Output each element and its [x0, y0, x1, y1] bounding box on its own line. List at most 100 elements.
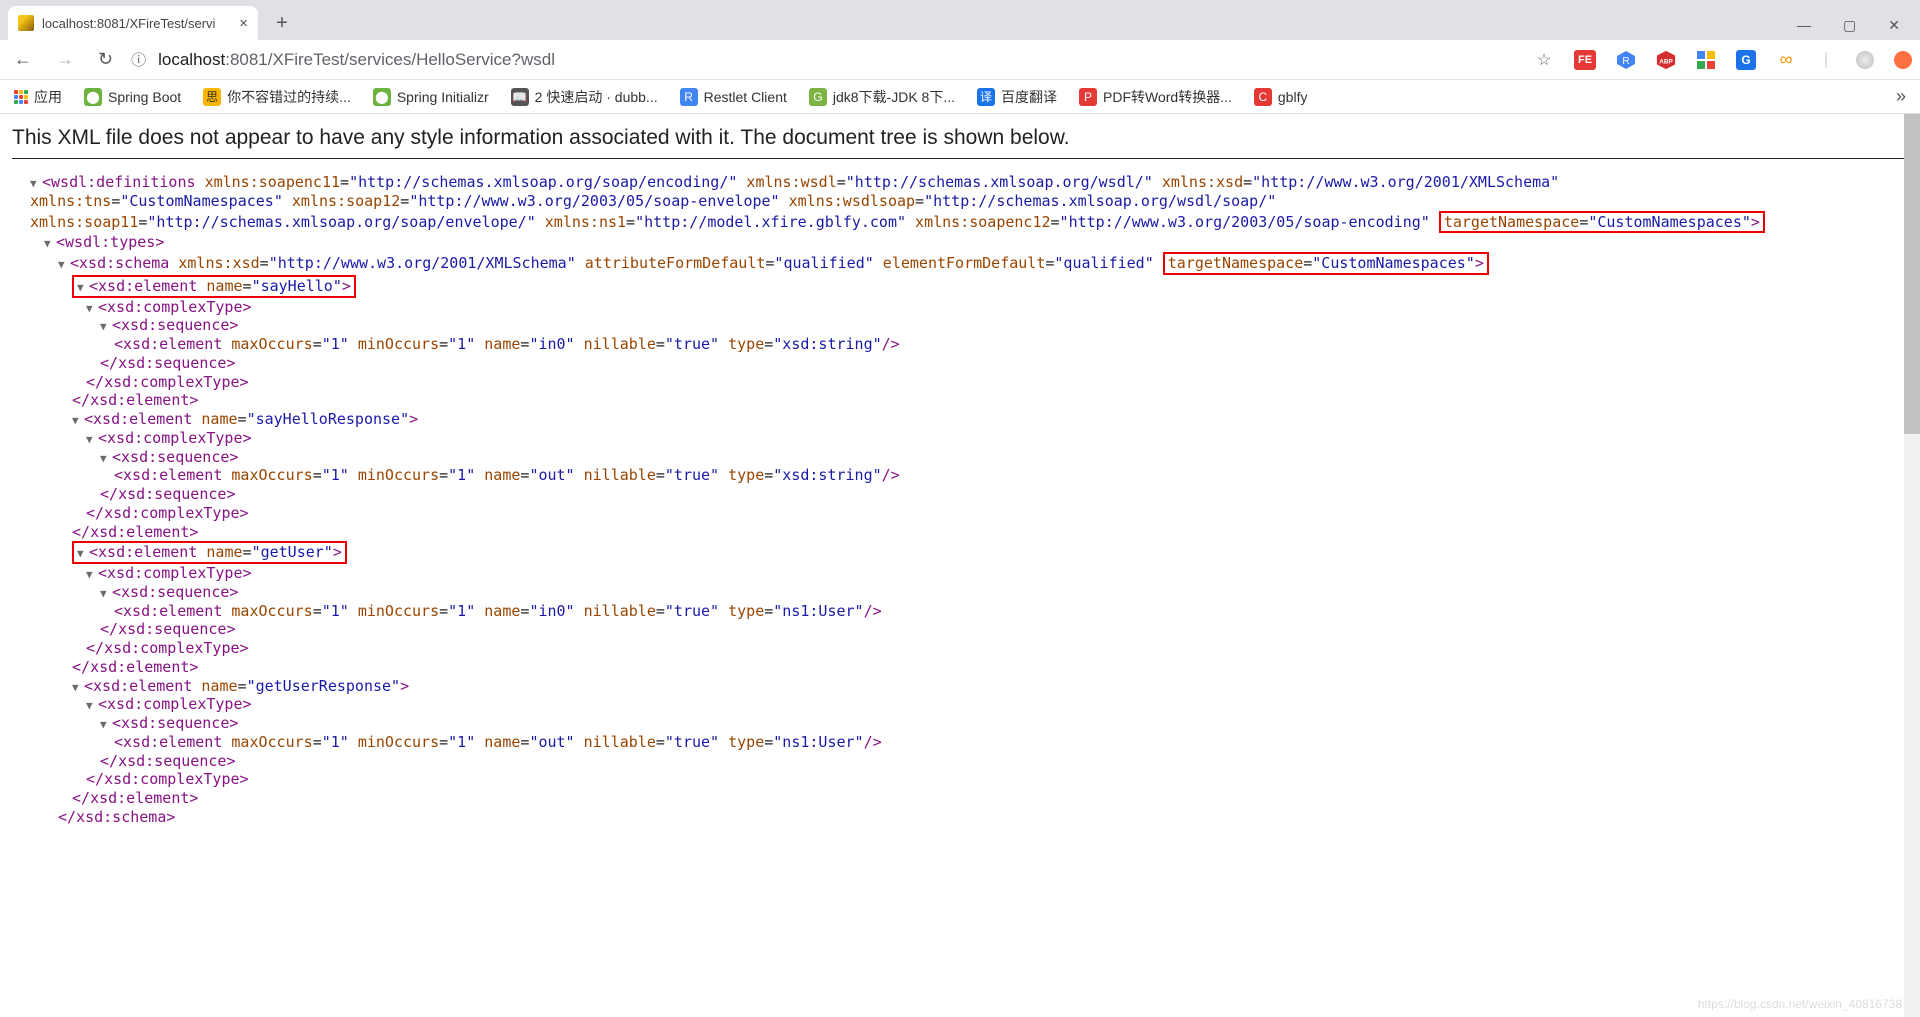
minimize-button[interactable]: — — [1797, 17, 1811, 34]
xml-line[interactable]: ▼<xsd:complexType> — [16, 695, 1908, 714]
collapse-icon[interactable]: ▼ — [86, 302, 98, 316]
maximize-button[interactable]: ▢ — [1843, 17, 1856, 34]
collapse-icon[interactable]: ▼ — [100, 587, 112, 601]
bookmark-spring-init[interactable]: ⬤Spring Initializr — [373, 88, 489, 106]
xml-line[interactable]: ▼<xsd:element name="getUser"> — [16, 541, 1908, 564]
highlight-target-ns-schema: targetNamespace="CustomNamespaces"> — [1163, 252, 1489, 275]
xml-line[interactable]: ▼<xsd:sequence> — [16, 714, 1908, 733]
collapse-icon[interactable]: ▼ — [100, 718, 112, 732]
bookmark-gblfy[interactable]: Cgblfy — [1254, 88, 1308, 106]
apps-shortcut[interactable]: 应用 — [14, 87, 62, 107]
bookmark-star-icon[interactable]: ☆ — [1534, 50, 1554, 70]
collapse-icon[interactable]: ▼ — [100, 320, 112, 334]
xml-line: xmlns:tns="CustomNamespaces" xmlns:soap1… — [16, 192, 1908, 211]
bookmark-baidu[interactable]: 译百度翻译 — [977, 87, 1057, 107]
bookmark-restlet[interactable]: RRestlet Client — [680, 88, 787, 106]
collapse-icon[interactable]: ▼ — [44, 237, 56, 251]
xml-line[interactable]: ▼<xsd:element name="sayHelloResponse"> — [16, 410, 1908, 429]
window-controls: — ▢ ✕ — [1797, 17, 1920, 34]
xml-line[interactable]: ▼<xsd:sequence> — [16, 583, 1908, 602]
tab-title: localhost:8081/XFireTest/servi — [42, 16, 215, 31]
ext-orange-icon[interactable] — [1894, 51, 1912, 69]
xml-tree: ▼<wsdl:definitions xmlns:soapenc11="http… — [12, 173, 1908, 827]
xml-line[interactable]: ▼<wsdl:types> — [16, 233, 1908, 252]
url-host: localhost — [158, 50, 225, 70]
ext-fe-icon[interactable]: FE — [1574, 50, 1596, 70]
collapse-icon[interactable]: ▼ — [100, 452, 112, 466]
url-port: :8081 — [225, 50, 268, 70]
xml-line: </xsd:sequence> — [16, 354, 1908, 373]
close-window-button[interactable]: ✕ — [1888, 17, 1900, 34]
xml-line[interactable]: ▼<wsdl:definitions xmlns:soapenc11="http… — [16, 173, 1908, 192]
ext-translate-icon[interactable]: G — [1736, 50, 1756, 70]
collapse-icon[interactable]: ▼ — [72, 681, 84, 695]
apps-icon — [14, 90, 28, 104]
xml-line: </xsd:element> — [16, 391, 1908, 410]
highlight-target-ns-defs: targetNamespace="CustomNamespaces"> — [1439, 211, 1765, 234]
xml-line: <xsd:element maxOccurs="1" minOccurs="1"… — [16, 335, 1908, 354]
bookmark-jdk[interactable]: Gjdk8下载-JDK 8下... — [809, 87, 955, 107]
spring-icon: ⬤ — [84, 88, 102, 106]
ext-profile-icon[interactable] — [1856, 51, 1874, 69]
collapse-icon[interactable]: ▼ — [86, 568, 98, 582]
ext-divider: | — [1816, 50, 1836, 70]
reload-button[interactable]: ↻ — [92, 47, 119, 72]
xml-line: </xsd:complexType> — [16, 504, 1908, 523]
bookmark-pdf[interactable]: PPDF转Word转换器... — [1079, 87, 1232, 107]
xml-line[interactable]: ▼<xsd:complexType> — [16, 298, 1908, 317]
new-tab-button[interactable]: + — [268, 9, 296, 37]
xml-line[interactable]: ▼<xsd:sequence> — [16, 448, 1908, 467]
spring2-icon: ⬤ — [373, 88, 391, 106]
bookmark-dubbo[interactable]: 📖2 快速启动 · dubb... — [511, 87, 658, 107]
xml-line[interactable]: ▼<xsd:sequence> — [16, 316, 1908, 335]
xml-line: <xsd:element maxOccurs="1" minOccurs="1"… — [16, 733, 1908, 752]
collapse-icon[interactable]: ▼ — [30, 177, 42, 191]
address-bar: ← → ↻ ⓘ localhost:8081/XFireTest/service… — [0, 40, 1920, 80]
xml-line[interactable]: ▼<xsd:complexType> — [16, 564, 1908, 583]
tab-close-icon[interactable]: × — [239, 15, 248, 32]
back-button[interactable]: ← — [8, 47, 38, 72]
xml-banner: This XML file does not appear to have an… — [12, 126, 1908, 159]
scrollbar-thumb[interactable] — [1904, 114, 1920, 434]
bookmark-spring-boot[interactable]: ⬤Spring Boot — [84, 88, 181, 106]
xml-line: </xsd:element> — [16, 523, 1908, 542]
bookmarks-bar: 应用 ⬤Spring Boot 思你不容错过的持续... ⬤Spring Ini… — [0, 80, 1920, 114]
collapse-icon[interactable]: ▼ — [86, 699, 98, 713]
xml-line[interactable]: ▼<xsd:complexType> — [16, 429, 1908, 448]
url-box[interactable]: localhost:8081/XFireTest/services/HelloS… — [158, 50, 555, 70]
tab-favicon — [18, 15, 34, 31]
pdf-icon: P — [1079, 88, 1097, 106]
xml-line: </xsd:schema> — [16, 808, 1908, 827]
ext-multi-icon[interactable] — [1696, 50, 1716, 70]
bookmark-sift[interactable]: 思你不容错过的持续... — [203, 87, 351, 107]
gblfy-icon: C — [1254, 88, 1272, 106]
collapse-icon[interactable]: ▼ — [77, 547, 89, 561]
ext-hex-blue-icon[interactable]: R — [1616, 50, 1636, 70]
watermark: https://blog.csdn.net/weixin_40816738 — [1698, 997, 1902, 1011]
collapse-icon[interactable]: ▼ — [86, 433, 98, 447]
apps-label: 应用 — [34, 87, 62, 107]
xml-line: </xsd:element> — [16, 789, 1908, 808]
xml-line: </xsd:sequence> — [16, 752, 1908, 771]
xml-line: </xsd:sequence> — [16, 620, 1908, 639]
highlight-getuser: ▼<xsd:element name="getUser"> — [72, 541, 347, 564]
ext-abp-icon[interactable]: ABP — [1656, 50, 1676, 70]
xml-line[interactable]: ▼<xsd:schema xmlns:xsd="http://www.w3.or… — [16, 252, 1908, 275]
collapse-icon[interactable]: ▼ — [58, 258, 70, 272]
xml-line[interactable]: ▼<xsd:element name="sayHello"> — [16, 275, 1908, 298]
ext-infinity-icon[interactable]: ∞ — [1776, 50, 1796, 70]
xml-line: </xsd:complexType> — [16, 373, 1908, 392]
browser-tab[interactable]: localhost:8081/XFireTest/servi × — [8, 6, 258, 40]
xml-line: <xsd:element maxOccurs="1" minOccurs="1"… — [16, 602, 1908, 621]
xml-line[interactable]: ▼<xsd:element name="getUserResponse"> — [16, 677, 1908, 696]
bookmarks-overflow[interactable]: » — [1896, 86, 1906, 107]
xml-line: </xsd:sequence> — [16, 485, 1908, 504]
vertical-scrollbar[interactable] — [1904, 114, 1920, 1017]
site-info-icon[interactable]: ⓘ — [131, 49, 146, 70]
baidu-icon: 译 — [977, 88, 995, 106]
forward-button[interactable]: → — [50, 47, 80, 72]
collapse-icon[interactable]: ▼ — [72, 414, 84, 428]
page-content: This XML file does not appear to have an… — [0, 114, 1920, 827]
collapse-icon[interactable]: ▼ — [77, 281, 89, 295]
dubbo-icon: 📖 — [511, 88, 529, 106]
